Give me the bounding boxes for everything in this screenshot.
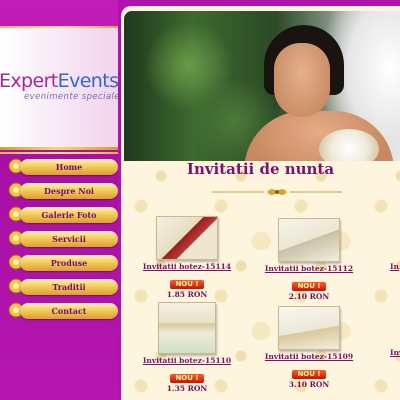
- nav-label-servicii: Servicii: [20, 231, 118, 247]
- nav-label-contact: Contact: [20, 303, 118, 319]
- site-logo[interactable]: ExpertEvents: [0, 70, 119, 92]
- product-card[interactable]: Invitatii botez-15114 NOU ! 1.85 RON: [135, 216, 239, 299]
- product-name-link[interactable]: In: [390, 262, 399, 271]
- logo-divider: [0, 147, 118, 150]
- new-badge: NOU !: [292, 370, 326, 379]
- new-badge: NOU !: [292, 282, 326, 291]
- product-price: 2.10 RON: [288, 292, 330, 301]
- logo-text-part2: Events: [57, 70, 119, 92]
- product-price: 3.10 RON: [288, 380, 330, 389]
- product-card[interactable]: Invitatii botez-15112 NOU ! 2.10 RON: [257, 218, 361, 301]
- logo-band: ExpertEvents evenimente speciale: [0, 28, 120, 150]
- product-name-link[interactable]: Invitatii botez-15112: [257, 264, 361, 273]
- nav-item-traditii[interactable]: Traditii: [8, 278, 118, 296]
- ornament-divider-icon: [212, 189, 342, 195]
- product-name-link[interactable]: Invitatii botez-15114: [135, 262, 239, 271]
- page-title: Invitatii de nunta: [186, 160, 335, 178]
- nav-label-home: Home: [20, 159, 118, 175]
- new-badge: NOU !: [170, 374, 204, 383]
- product-thumbnail[interactable]: [156, 216, 218, 260]
- nav-label-galerie-foto: Galerie Foto: [20, 207, 118, 223]
- product-name-link[interactable]: Inv: [390, 348, 400, 357]
- product-thumbnail[interactable]: [278, 218, 340, 262]
- product-card[interactable]: Invitatii botez-15110 NOU ! 1.35 RON: [135, 302, 239, 393]
- nav-item-galerie-foto[interactable]: Galerie Foto: [8, 206, 118, 224]
- nav-item-servicii[interactable]: Servicii: [8, 230, 118, 248]
- nav-item-home[interactable]: Home: [8, 158, 118, 176]
- nav-label-despre-noi: Despre Noi: [20, 183, 118, 199]
- product-name-link[interactable]: Invitatii botez-15109: [257, 352, 361, 361]
- nav-label-traditii: Traditii: [20, 279, 118, 295]
- logo-text-part1: Expert: [0, 70, 58, 92]
- nav-item-produse[interactable]: Produse: [8, 254, 118, 272]
- hero-bride-photo: [124, 11, 400, 161]
- product-price: 1.85 RON: [166, 290, 208, 299]
- nav-label-produse: Produse: [20, 255, 118, 271]
- product-card[interactable]: Invitatii botez-15109 NOU ! 3.10 RON: [257, 306, 361, 389]
- nav-item-despre-noi[interactable]: Despre Noi: [8, 182, 118, 200]
- logo-tagline: evenimente speciale: [24, 92, 120, 102]
- product-name-link[interactable]: Invitatii botez-15110: [135, 356, 239, 365]
- nav-item-contact[interactable]: Contact: [8, 302, 118, 320]
- product-price: 1.35 RON: [166, 384, 208, 393]
- product-thumbnail[interactable]: [278, 306, 340, 350]
- product-thumbnail[interactable]: [158, 302, 216, 354]
- new-badge: NOU !: [170, 280, 204, 289]
- menu-divider: [0, 152, 118, 154]
